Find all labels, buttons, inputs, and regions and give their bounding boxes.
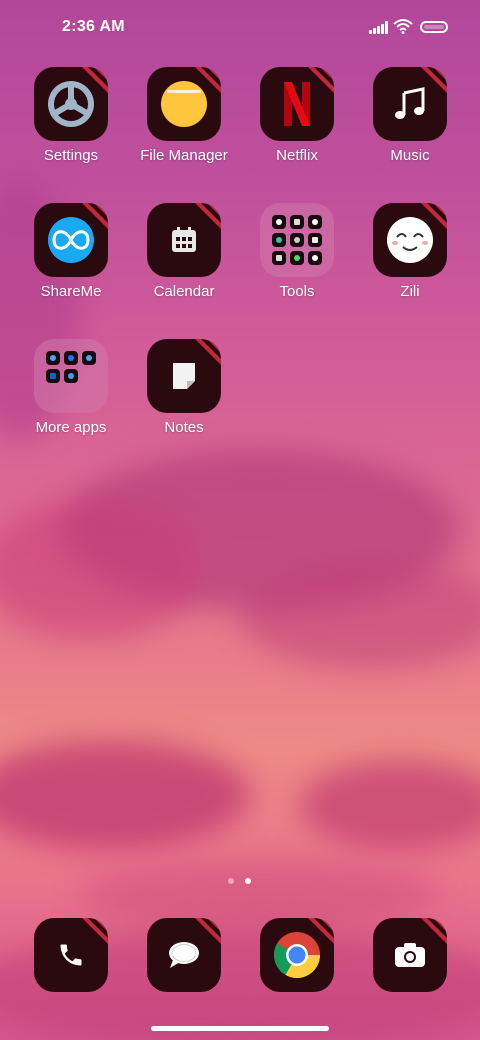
app-notes[interactable]: Notes [129,339,239,436]
app-label: File Manager [140,147,228,164]
dock-phone[interactable] [34,918,108,992]
app-label: Zili [400,283,420,300]
chrome-icon [274,932,320,978]
notes-icon [147,339,221,413]
app-label: Tools [279,283,315,300]
app-music[interactable]: Music [355,67,465,164]
app-file-manager[interactable]: File Manager [129,67,239,164]
settings-icon [34,67,108,141]
status-time: 2:36 AM [62,18,125,35]
mini-app-icon [290,215,304,229]
app-zili[interactable]: Zili [355,203,465,300]
mini-app-icon [308,215,322,229]
app-netflix[interactable]: Netflix [242,67,352,164]
calendar-icon [147,203,221,277]
dock-messages[interactable] [147,918,221,992]
mini-app-icon [290,251,304,265]
folder-tools[interactable]: Tools [242,203,352,300]
app-label: Music [390,147,430,164]
app-label: ShareMe [40,283,102,300]
netflix-icon [260,67,334,141]
mini-app-icon [272,251,286,265]
phone-icon [60,944,82,966]
home-indicator[interactable] [151,1026,329,1031]
dock-camera[interactable] [373,918,447,992]
app-label: More apps [35,419,107,436]
app-label: Settings [43,147,99,164]
mini-app-icon [64,369,78,383]
folder-icon [260,203,334,277]
shareme-icon [34,203,108,277]
mini-app-icon [64,351,78,365]
page-indicator [228,878,254,886]
app-shareme[interactable]: ShareMe [16,203,126,300]
wifi-icon [393,19,413,34]
mini-app-icon [272,233,286,247]
app-label: Notes [164,419,204,436]
mini-app-icon [290,233,304,247]
messages-icon [169,942,199,968]
mini-app-icon [82,351,96,365]
app-label: Calendar [153,283,215,300]
mini-app-icon [46,351,60,365]
folder-more-apps[interactable]: More apps [16,339,126,436]
mini-app-icon [46,369,60,383]
page-dot[interactable] [228,878,234,884]
camera-icon [395,943,425,967]
app-calendar[interactable]: Calendar [129,203,239,300]
mini-app-icon [272,215,286,229]
folder-icon [34,339,108,413]
app-label: Netflix [276,147,318,164]
status-bar: 2:36 AM [0,0,480,56]
mini-app-icon [308,251,322,265]
music-note-icon [373,67,447,141]
file-manager-icon [147,67,221,141]
app-settings[interactable]: Settings [16,67,126,164]
zili-icon [373,203,447,277]
signal-bars-icon [369,21,389,34]
mini-app-icon [308,233,322,247]
dock-chrome[interactable] [260,918,334,992]
page-dot-active[interactable] [245,878,251,884]
battery-icon [420,21,448,33]
